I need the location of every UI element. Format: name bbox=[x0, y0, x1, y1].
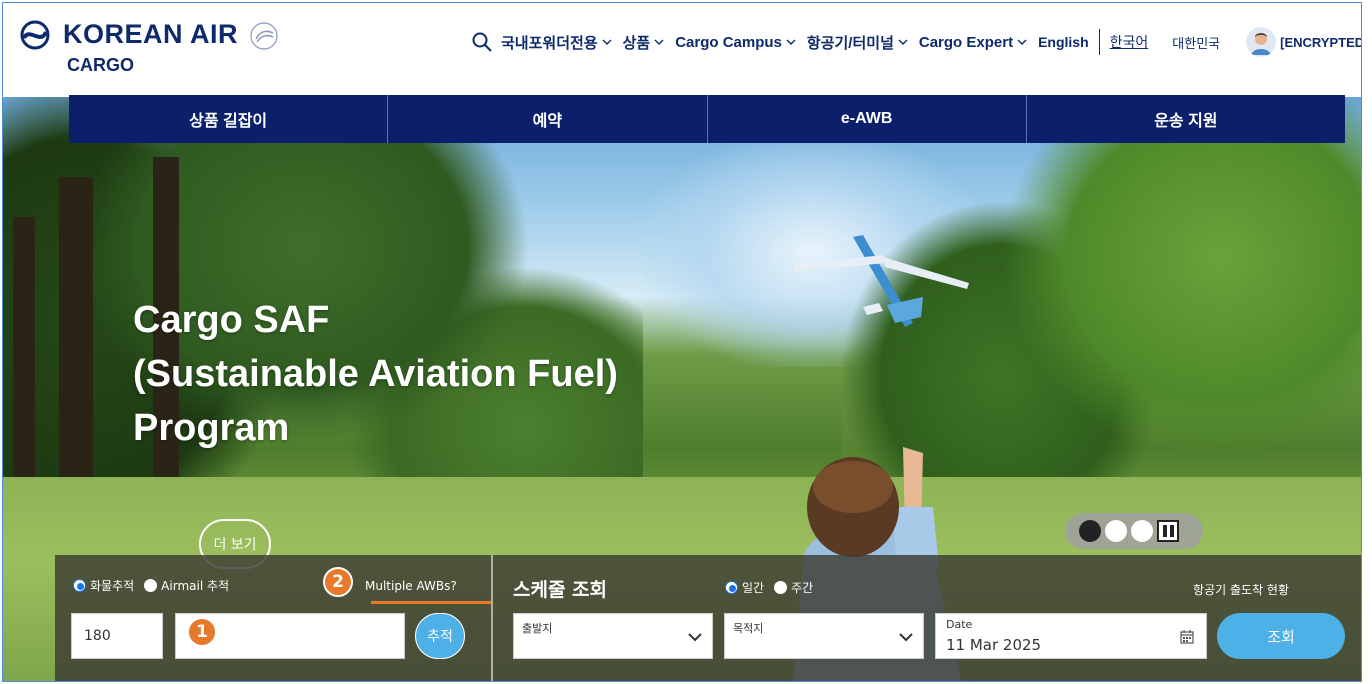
radio-weekly-label: 주간 bbox=[791, 581, 814, 595]
service-transport-support[interactable]: 운송 지원 bbox=[1027, 95, 1345, 143]
annotation-badge-1: 1 bbox=[187, 617, 217, 647]
radio-daily[interactable] bbox=[725, 581, 738, 594]
chevron-down-icon bbox=[1017, 39, 1027, 45]
nav-cargo-expert[interactable]: Cargo Expert bbox=[919, 34, 1028, 51]
pause-icon[interactable] bbox=[1157, 520, 1179, 542]
schedule-period-radios: 일간 주간 bbox=[725, 579, 823, 596]
country-selector[interactable]: 대한민국 bbox=[1172, 33, 1220, 52]
schedule-search-button[interactable]: 조회 bbox=[1217, 613, 1345, 659]
date-label: Date bbox=[946, 618, 973, 631]
hero-title-line: (Sustainable Aviation Fuel) bbox=[133, 353, 618, 395]
nav-cargo-campus[interactable]: Cargo Campus bbox=[675, 34, 797, 51]
chevron-down-icon bbox=[898, 39, 908, 45]
chevron-down-icon bbox=[899, 633, 913, 642]
lang-divider bbox=[1098, 29, 1100, 55]
radio-weekly[interactable] bbox=[774, 581, 788, 594]
destination-label: 목적지 bbox=[733, 622, 764, 635]
cargo-tracking-section: 화물추적 Airmail 추적 2 Multiple AWBs? 180 1 추… bbox=[55, 555, 491, 681]
site-header: KOREAN AIR CARGO 국내포워더전용 상품 Cargo Campus… bbox=[3, 3, 1361, 97]
quick-tools-panel: 화물추적 Airmail 추적 2 Multiple AWBs? 180 1 추… bbox=[55, 555, 1361, 681]
carousel-dot[interactable] bbox=[1105, 520, 1127, 542]
carousel-controls bbox=[1065, 513, 1203, 549]
carousel-dot[interactable] bbox=[1131, 520, 1153, 542]
user-name[interactable]: [ENCRYPTED bbox=[1280, 35, 1361, 50]
nav-aircraft-terminal[interactable]: 항공기/터미널 bbox=[807, 32, 909, 53]
chevron-down-icon bbox=[602, 39, 612, 45]
multiple-awbs-underline bbox=[371, 601, 491, 604]
schedule-title: 스케줄 조회 bbox=[513, 579, 608, 601]
nav-cargo-campus-label: Cargo Campus bbox=[675, 33, 782, 51]
avatar[interactable] bbox=[1246, 27, 1277, 57]
hero-title-line: Program bbox=[133, 407, 290, 449]
radio-airmail-tracking[interactable] bbox=[144, 579, 158, 592]
nav-cargo-expert-label: Cargo Expert bbox=[918, 33, 1014, 51]
radio-cargo-tracking[interactable] bbox=[73, 579, 86, 592]
browser-viewport: KOREAN AIR CARGO 국내포워더전용 상품 Cargo Campus… bbox=[2, 2, 1362, 682]
awb-prefix-input[interactable]: 180 bbox=[71, 613, 163, 659]
hero-title-line: Cargo SAF bbox=[133, 299, 330, 341]
brand-division: CARGO bbox=[67, 55, 134, 75]
annotation-badge-2: 2 bbox=[323, 567, 353, 597]
calendar-icon[interactable] bbox=[1180, 630, 1194, 644]
nav-products[interactable]: 상품 bbox=[623, 32, 666, 53]
chevron-down-icon bbox=[654, 39, 664, 45]
service-booking[interactable]: 예약 bbox=[388, 95, 708, 143]
origin-select[interactable]: 출발지 bbox=[513, 613, 713, 659]
flight-status-link[interactable]: 항공기 출도착 현황 bbox=[1193, 581, 1289, 598]
top-navigation: 국내포워더전용 상품 Cargo Campus 항공기/터미널 Cargo Ex… bbox=[471, 27, 1361, 57]
track-button[interactable]: 추적 bbox=[415, 613, 465, 659]
service-menu: 상품 길잡이 예약 e-AWB 운송 지원 bbox=[69, 95, 1345, 143]
nav-products-label: 상품 bbox=[622, 34, 651, 52]
nav-forwarder[interactable]: 국내포워더전용 bbox=[501, 32, 613, 53]
hero-title: Cargo SAF (Sustainable Aviation Fuel) Pr… bbox=[133, 293, 618, 455]
multiple-awbs-link[interactable]: Multiple AWBs? bbox=[365, 579, 457, 593]
nav-aircraft-terminal-label: 항공기/터미널 bbox=[806, 34, 894, 52]
lang-korean-link[interactable]: 한국어 bbox=[1110, 32, 1149, 52]
nav-forwarder-label: 국내포워더전용 bbox=[501, 34, 598, 52]
date-picker[interactable]: Date 11 Mar 2025 bbox=[935, 613, 1207, 659]
destination-select[interactable]: 목적지 bbox=[724, 613, 924, 659]
origin-label: 출발지 bbox=[522, 622, 553, 635]
radio-daily-label: 일간 bbox=[742, 581, 765, 595]
brand-name: KOREAN AIR bbox=[63, 19, 239, 49]
skyteam-icon bbox=[250, 22, 278, 50]
schedule-section: 스케줄 조회 일간 주간 항공기 출도착 현황 출발지 목적지 Date 11 … bbox=[491, 555, 1361, 681]
chevron-down-icon bbox=[786, 39, 796, 45]
carousel-dot[interactable] bbox=[1079, 520, 1101, 542]
radio-airmail-tracking-label: Airmail 추적 bbox=[161, 579, 230, 593]
service-e-awb[interactable]: e-AWB bbox=[708, 95, 1027, 143]
tracking-type-radios: 화물추적 Airmail 추적 bbox=[73, 577, 239, 594]
toy-airplane-icon bbox=[793, 235, 969, 327]
chevron-down-icon bbox=[688, 633, 702, 642]
service-product-guide[interactable]: 상품 길잡이 bbox=[69, 95, 389, 143]
radio-cargo-tracking-label: 화물추적 bbox=[90, 579, 135, 593]
lang-english-link[interactable]: English bbox=[1038, 34, 1089, 50]
date-value: 11 Mar 2025 bbox=[946, 636, 1042, 654]
search-icon[interactable] bbox=[471, 31, 493, 53]
korean-air-taeguk-icon bbox=[20, 20, 50, 50]
